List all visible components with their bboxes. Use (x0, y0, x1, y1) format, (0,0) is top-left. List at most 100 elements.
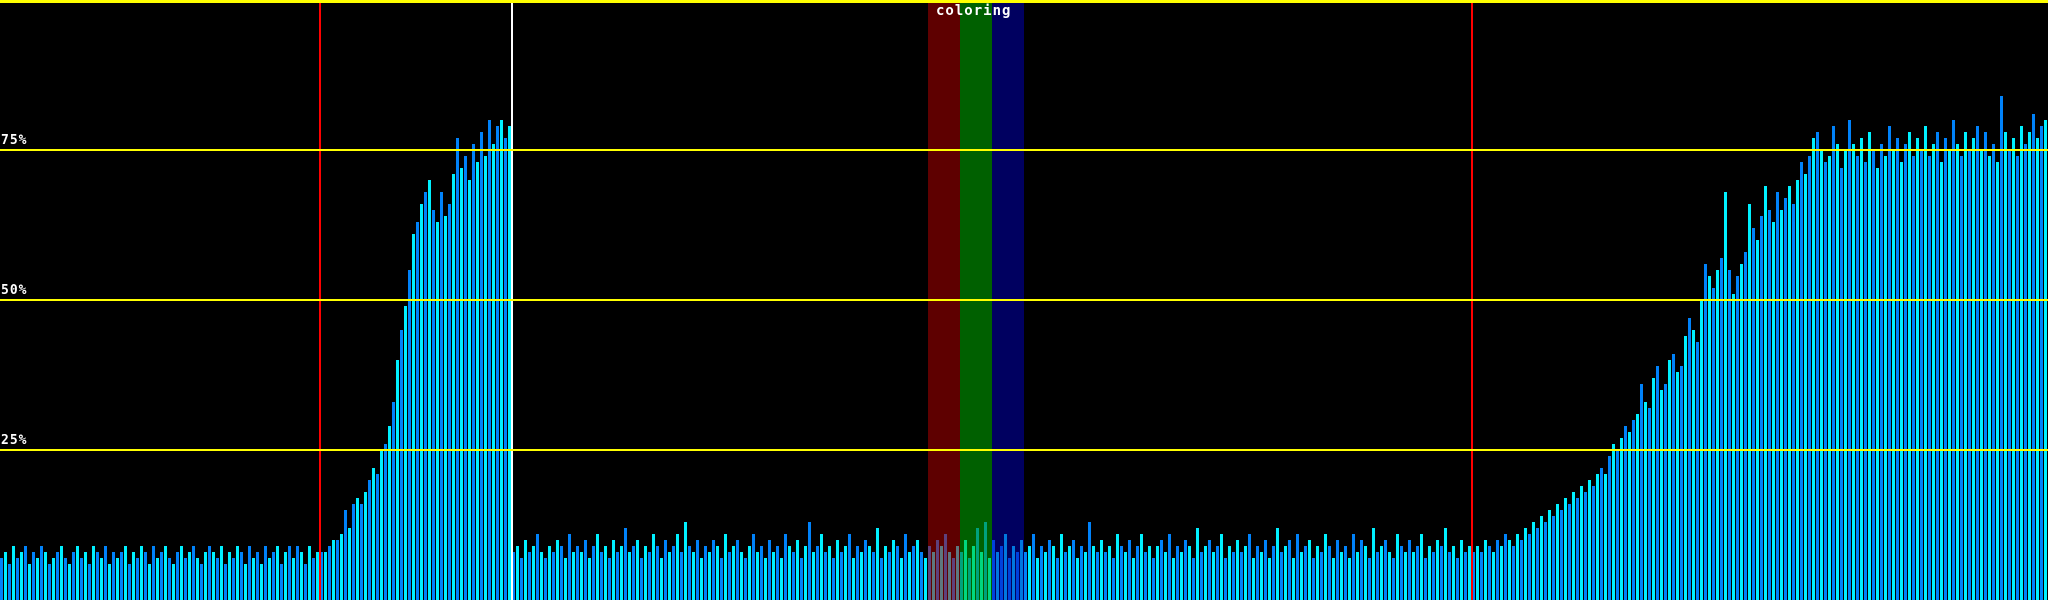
bar (1344, 546, 1347, 600)
bar (1548, 510, 1551, 600)
bar (1964, 132, 1967, 600)
bar (1960, 156, 1963, 600)
bar (1892, 150, 1895, 600)
bar (1556, 504, 1559, 600)
bar (1968, 150, 1971, 600)
bar (916, 540, 919, 600)
bar (1724, 192, 1727, 600)
bar (120, 552, 123, 600)
bar (1580, 486, 1583, 600)
bar (920, 552, 923, 600)
bar (1616, 450, 1619, 600)
bar (1220, 534, 1223, 600)
bar (1956, 144, 1959, 600)
bar (2016, 156, 2019, 600)
bar (312, 558, 315, 600)
bar (1868, 132, 1871, 600)
bar (544, 558, 547, 600)
bar (1128, 540, 1131, 600)
bar (1768, 210, 1771, 600)
bar (92, 546, 95, 600)
bar (712, 540, 715, 600)
bar (1376, 552, 1379, 600)
bar (1132, 558, 1135, 600)
bar (540, 552, 543, 600)
bar (432, 210, 435, 600)
bar (2044, 120, 2047, 600)
bar (868, 546, 871, 600)
bar (620, 546, 623, 600)
bar (524, 540, 527, 600)
bar (332, 540, 335, 600)
bar (688, 546, 691, 600)
bar (1568, 504, 1571, 600)
bar (644, 546, 647, 600)
bar (8, 564, 11, 600)
bar (1348, 558, 1351, 600)
bar (192, 546, 195, 600)
bar (1512, 546, 1515, 600)
bar (156, 558, 159, 600)
bar (40, 546, 43, 600)
bar (256, 552, 259, 600)
bar (1596, 474, 1599, 600)
bar (1760, 216, 1763, 600)
bar (352, 504, 355, 600)
bar (1176, 546, 1179, 600)
bar (1808, 156, 1811, 600)
bar (1160, 540, 1163, 600)
bar (900, 558, 903, 600)
bar (1560, 510, 1563, 600)
bar (232, 558, 235, 600)
bar (348, 528, 351, 600)
bar (492, 144, 495, 600)
bar (340, 534, 343, 600)
bar (176, 552, 179, 600)
bar (28, 564, 31, 600)
bar (1328, 546, 1331, 600)
bar (1984, 132, 1987, 600)
bar (1244, 546, 1247, 600)
bar (672, 546, 675, 600)
bar (784, 534, 787, 600)
bar (1896, 138, 1899, 600)
gridline-75 (0, 149, 2048, 151)
bar (584, 540, 587, 600)
bar (2036, 138, 2039, 600)
bar (140, 546, 143, 600)
bar (1688, 318, 1691, 600)
bar (376, 474, 379, 600)
bar (752, 534, 755, 600)
bar (824, 552, 827, 600)
bar (1680, 366, 1683, 600)
bar (484, 156, 487, 600)
bar (1096, 552, 1099, 600)
bar (668, 552, 671, 600)
bar (276, 546, 279, 600)
bar (580, 552, 583, 600)
bar (528, 552, 531, 600)
bar (864, 540, 867, 600)
bar (452, 174, 455, 600)
red-marker-line-2 (1471, 3, 1473, 600)
bar (1212, 552, 1215, 600)
bar (1412, 552, 1415, 600)
bar (1236, 540, 1239, 600)
bar (468, 180, 471, 600)
bar (856, 546, 859, 600)
bar (788, 546, 791, 600)
bar (816, 546, 819, 600)
bar (1280, 552, 1283, 600)
bar (608, 558, 611, 600)
bar (680, 552, 683, 600)
bar (924, 558, 927, 600)
bar (324, 552, 327, 600)
bar (36, 558, 39, 600)
bar (1620, 438, 1623, 600)
bar (1384, 540, 1387, 600)
bar (1260, 552, 1263, 600)
white-marker-line (511, 3, 513, 600)
bar (720, 558, 723, 600)
bar (200, 564, 203, 600)
y-label-75: 75% (1, 133, 28, 148)
